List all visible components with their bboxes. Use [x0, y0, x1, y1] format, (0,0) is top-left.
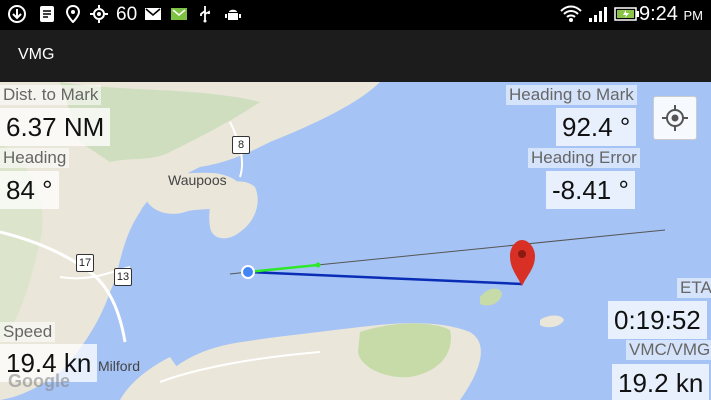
download-icon: [8, 5, 26, 23]
gps-icon: [90, 5, 108, 23]
route-shield-13: 13: [114, 268, 132, 286]
dist-to-mark-value: 6.37 NM: [0, 108, 111, 146]
my-location-button[interactable]: [653, 96, 697, 140]
heading-error-value: -8.41 °: [546, 171, 635, 209]
clock-ampm: PM: [683, 8, 704, 23]
route-shield-17: 17: [76, 254, 94, 272]
heading-to-mark-label: Heading to Mark: [506, 85, 637, 105]
place-label-milford: Milford: [98, 358, 141, 374]
course-to-mark-line: [247, 270, 523, 286]
heading-label: Heading: [0, 148, 70, 168]
google-attribution: Google: [8, 371, 70, 391]
heading-vector-line: [247, 263, 319, 274]
dist-to-mark-label: Dist. to Mark: [0, 85, 102, 105]
crosshair-icon: [662, 105, 688, 131]
usb-icon: [200, 6, 210, 23]
heading-vector-end: [315, 262, 321, 268]
status-bar: 60 9:24 PM: [0, 0, 711, 30]
eta-value: 0:19:52: [608, 301, 707, 339]
notes-icon: [40, 6, 54, 22]
status-clock: 9:24 PM: [639, 3, 703, 26]
gmail-icon: [145, 8, 161, 20]
app-title: VMG: [18, 46, 55, 63]
place-label-waupoos: Waupoos: [168, 172, 227, 188]
heading-to-mark-value: 92.4 °: [556, 108, 637, 146]
route-shield-8: 8: [232, 136, 250, 154]
wifi-icon: [560, 5, 582, 22]
eta-label: ETA: [677, 278, 711, 298]
map-view[interactable]: Waupoos Milford 8 17 13 Dist. to Mark 6.…: [0, 82, 711, 400]
clock-time: 9:24: [639, 3, 678, 25]
speed-label: Speed: [0, 322, 56, 342]
battery-charging-icon: [614, 7, 639, 21]
signal-icon: [589, 7, 607, 22]
current-location-dot: [241, 265, 255, 279]
notification-count: 60: [116, 4, 138, 25]
mark-pin-icon[interactable]: [510, 240, 535, 286]
android-debug-icon: [225, 9, 241, 20]
location-off-icon: [65, 5, 81, 23]
vmc-vmg-label: VMC/VMG: [626, 340, 711, 360]
heading-error-label: Heading Error: [528, 148, 640, 168]
vmc-vmg-value: 19.2 kn: [612, 364, 710, 400]
action-bar: VMG: [0, 30, 711, 83]
envelope-icon: [171, 8, 187, 20]
heading-value: 84 °: [0, 171, 59, 209]
